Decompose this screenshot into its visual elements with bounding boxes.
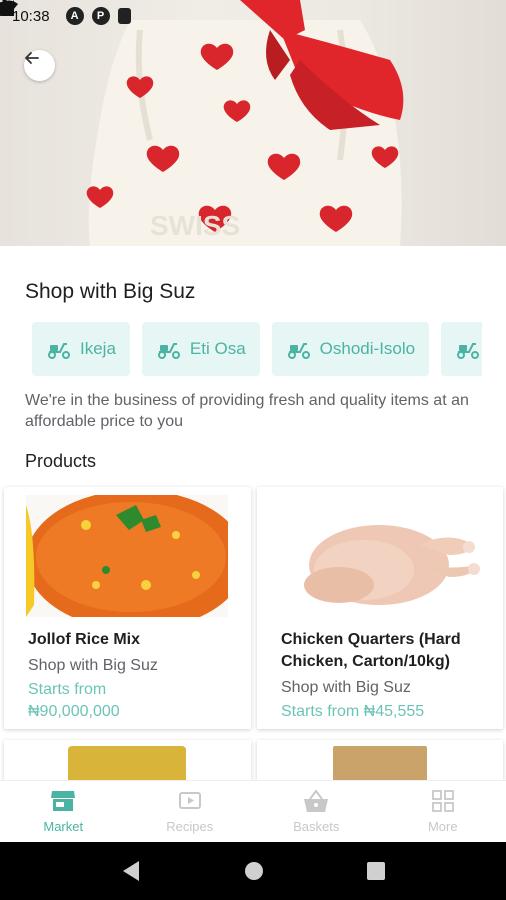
jollof-rice-photo [26,490,246,630]
location-chip-label: Oshodi-Isolo [319,339,416,358]
chicken-photo [304,525,480,605]
location-chip-label: Eti Osa [189,339,246,358]
nav-label: Market [43,819,84,834]
system-recents-icon[interactable] [366,862,385,880]
system-navigation-bar [0,842,506,900]
gift-bag-illustration: SWISS [86,0,404,246]
product-shop: Shop with Big Suz [28,657,158,674]
bottom-navigation: Market Recipes Baskets More [0,780,506,842]
location-chip-ikeja[interactable]: Ikeja [32,322,130,376]
product-starts-from: Starts from [28,681,107,698]
svg-text:SWISS: SWISS [150,210,240,241]
scooter-icon [48,343,70,359]
grid-icon [431,790,454,812]
notification-a-icon: A [65,7,84,25]
system-back-icon[interactable] [121,860,141,882]
video-icon [178,792,201,809]
product-price: Starts from ₦45,555 [281,703,425,720]
store-icon [51,791,76,811]
product-price: ₦90,000,000 [28,703,120,720]
nav-more[interactable]: More [380,781,506,842]
product-shop: Shop with Big Suz [281,679,411,696]
sim-card-icon [117,8,131,24]
scooter-icon [287,343,310,359]
location-chip-oshodi-isolo[interactable]: Oshodi-Isolo [271,322,430,376]
location-chip-more[interactable] [441,322,482,376]
scooter-icon [157,343,180,359]
arrow-left-icon [25,52,39,64]
nav-baskets[interactable]: Baskets [253,781,380,842]
nav-recipes[interactable]: Recipes [127,781,254,842]
product-card-jollof-rice[interactable]: Jollof Rice Mix Shop with Big Suz Starts… [4,487,251,729]
shop-description: We're in the business of providing fresh… [25,392,469,430]
product-name: Jollof Rice Mix [28,631,141,648]
shop-title: Shop with Big Suz [25,280,196,303]
back-button[interactable] [24,50,55,81]
product-name: Chicken Quarters (Hard Chicken, Carton/1… [281,631,461,670]
products-heading: Products [25,451,97,471]
notification-p-icon: P [91,7,110,25]
product-image-chicken-quarters [279,495,481,617]
location-chips: Ikeja Eti Osa Oshodi-Isolo [32,322,482,377]
hero-image: SWISS 10:38 A P [0,0,506,246]
nav-label: Baskets [293,819,340,834]
location-chip-label: Ikeja [80,339,116,358]
location-chip-eti-osa[interactable]: Eti Osa [141,322,260,376]
nav-market[interactable]: Market [0,781,127,842]
nav-label: More [427,819,458,834]
system-home-icon[interactable] [244,861,264,881]
battery-icon [0,0,9,16]
nav-label: Recipes [166,819,214,834]
product-image-jollof-rice [26,490,246,630]
status-bar: 10:38 A P [0,0,506,32]
basket-icon [304,789,329,812]
product-card-chicken-quarters[interactable]: Chicken Quarters (Hard Chicken, Carton/1… [257,487,503,729]
scooter-icon [457,343,480,359]
